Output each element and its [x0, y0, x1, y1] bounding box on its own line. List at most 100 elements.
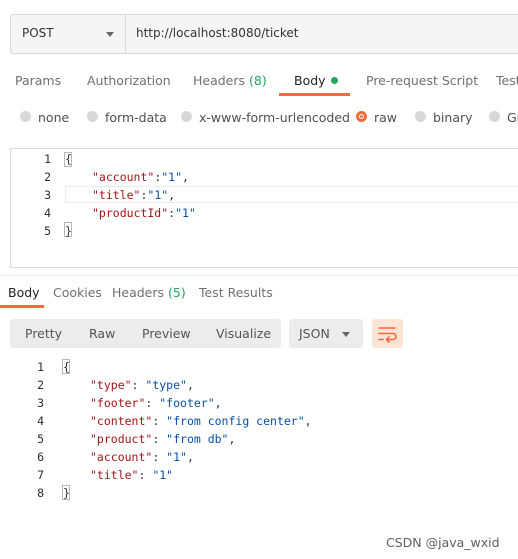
json-value: "1": [166, 450, 187, 464]
response-tab-body[interactable]: Body: [8, 285, 40, 300]
json-value: "from config center": [166, 414, 305, 428]
tab-tests[interactable]: Test: [496, 73, 518, 88]
radio-none[interactable]: [20, 111, 31, 122]
line-number: 2: [44, 170, 51, 184]
json-key: "title": [90, 468, 139, 482]
code-line: "product": "from db",: [90, 432, 235, 446]
tab-authorization[interactable]: Authorization: [87, 73, 171, 88]
tab-label: Test: [496, 73, 518, 88]
wrap-lines-icon: [378, 327, 397, 343]
radio-label-raw[interactable]: raw: [374, 110, 397, 125]
code-line: "type": "type",: [90, 378, 194, 392]
view-preview-button[interactable]: Preview: [142, 326, 191, 341]
headers-count-badge: (8): [249, 73, 267, 88]
chevron-down-icon: [106, 32, 114, 37]
json-comma: ,: [214, 396, 222, 410]
json-value: "1": [175, 206, 196, 220]
radio-label-form-data[interactable]: form-data: [105, 110, 167, 125]
json-comma: ,: [186, 378, 194, 392]
radio-raw[interactable]: [356, 111, 367, 122]
view-raw-button[interactable]: Raw: [89, 326, 115, 341]
view-mode-group: Pretty Raw Preview Visualize: [10, 319, 281, 348]
line-number: 2: [37, 378, 44, 392]
code-line: "content": "from config center",: [90, 414, 312, 428]
line-number: 4: [44, 206, 51, 220]
response-body-viewer[interactable]: 1 2 3 4 5 6 7 8 { "type": "type", "foote…: [0, 358, 518, 508]
url-input[interactable]: http://localhost:8080/ticket: [136, 26, 299, 40]
json-sep: :: [131, 378, 146, 392]
method-select[interactable]: POST: [11, 15, 126, 53]
json-comma: ,: [182, 170, 189, 184]
response-tab-test-results[interactable]: Test Results: [199, 285, 273, 300]
json-key: "type": [90, 378, 132, 392]
line-number: 3: [44, 188, 51, 202]
request-body-editor[interactable]: 1 2 3 4 5 { "account":"1", "title":"1", …: [10, 148, 518, 268]
tab-label: Headers: [193, 73, 246, 88]
json-value: "1": [152, 468, 174, 482]
view-pretty-button[interactable]: Pretty: [25, 326, 62, 341]
radio-form-data[interactable]: [87, 111, 98, 122]
radio-binary[interactable]: [415, 111, 426, 122]
code-open-brace: {: [63, 360, 70, 374]
json-comma: ,: [168, 188, 176, 202]
radio-x-www-form-urlencoded[interactable]: [181, 111, 192, 122]
tab-params[interactable]: Params: [15, 73, 61, 88]
code-close-brace: }: [63, 486, 70, 500]
response-tab-headers[interactable]: Headers (5): [112, 285, 186, 300]
json-key: "footer": [90, 396, 146, 410]
format-select[interactable]: JSON: [289, 319, 363, 348]
line-number: 5: [44, 224, 51, 238]
code-line: "title": "1": [90, 468, 173, 482]
response-divider: [0, 275, 518, 276]
code-line: "title":"1",: [92, 188, 175, 202]
code-close-brace: }: [65, 224, 72, 238]
tab-label: Params: [15, 73, 62, 88]
code-line: "account":"1",: [92, 170, 189, 184]
tab-pre-request-script[interactable]: Pre-request Script: [366, 73, 478, 88]
active-response-tab-indicator: [0, 305, 44, 308]
tab-label: Authorization: [87, 73, 171, 88]
json-key: "productId": [92, 206, 169, 220]
response-tab-cookies[interactable]: Cookies: [53, 285, 102, 300]
line-number: 8: [37, 486, 44, 500]
line-number: 6: [37, 450, 44, 464]
tab-body[interactable]: Body: [294, 73, 338, 88]
radio-label-x-www-form-urlencoded[interactable]: x-www-form-urlencoded: [199, 110, 350, 125]
modified-dot-icon: [330, 77, 338, 84]
radio-graphql[interactable]: [489, 111, 500, 122]
json-comma: ,: [228, 432, 236, 446]
json-sep: :: [152, 432, 167, 446]
code-line: "account": "1",: [90, 450, 194, 464]
wrap-lines-button[interactable]: [372, 319, 403, 348]
tab-label: Body: [294, 73, 326, 88]
json-sep: :: [138, 468, 153, 482]
format-select-label: JSON: [299, 326, 330, 341]
json-value: "1": [147, 188, 169, 202]
json-key: "account": [92, 170, 155, 184]
chevron-down-icon: [342, 332, 350, 337]
method-label: POST: [22, 26, 54, 40]
radio-label-binary[interactable]: binary: [433, 110, 473, 125]
json-value: "type": [145, 378, 187, 392]
json-sep: :: [152, 450, 167, 464]
watermark-text: CSDN @java_wxid: [386, 535, 500, 550]
tab-label: Headers: [112, 285, 165, 300]
json-comma: ,: [186, 450, 194, 464]
view-visualize-button[interactable]: Visualize: [216, 326, 271, 341]
json-key: "content": [90, 414, 153, 428]
tab-label: Pre-request Script: [366, 73, 479, 88]
json-key: "account": [90, 450, 153, 464]
code-line: "productId":"1": [92, 206, 196, 220]
tab-headers[interactable]: Headers (8): [193, 73, 267, 88]
radio-label-graphql[interactable]: Gr: [507, 110, 518, 125]
json-sep: :: [145, 396, 160, 410]
line-number: 1: [44, 152, 51, 166]
request-url-bar: POST http://localhost:8080/ticket: [10, 14, 518, 54]
json-comma: ,: [304, 414, 312, 428]
headers-count-badge: (5): [168, 285, 186, 300]
json-value: "footer": [159, 396, 215, 410]
json-sep: :: [152, 414, 167, 428]
json-key: "title": [92, 188, 141, 202]
radio-label-none[interactable]: none: [38, 110, 69, 125]
line-number: 1: [37, 360, 44, 374]
